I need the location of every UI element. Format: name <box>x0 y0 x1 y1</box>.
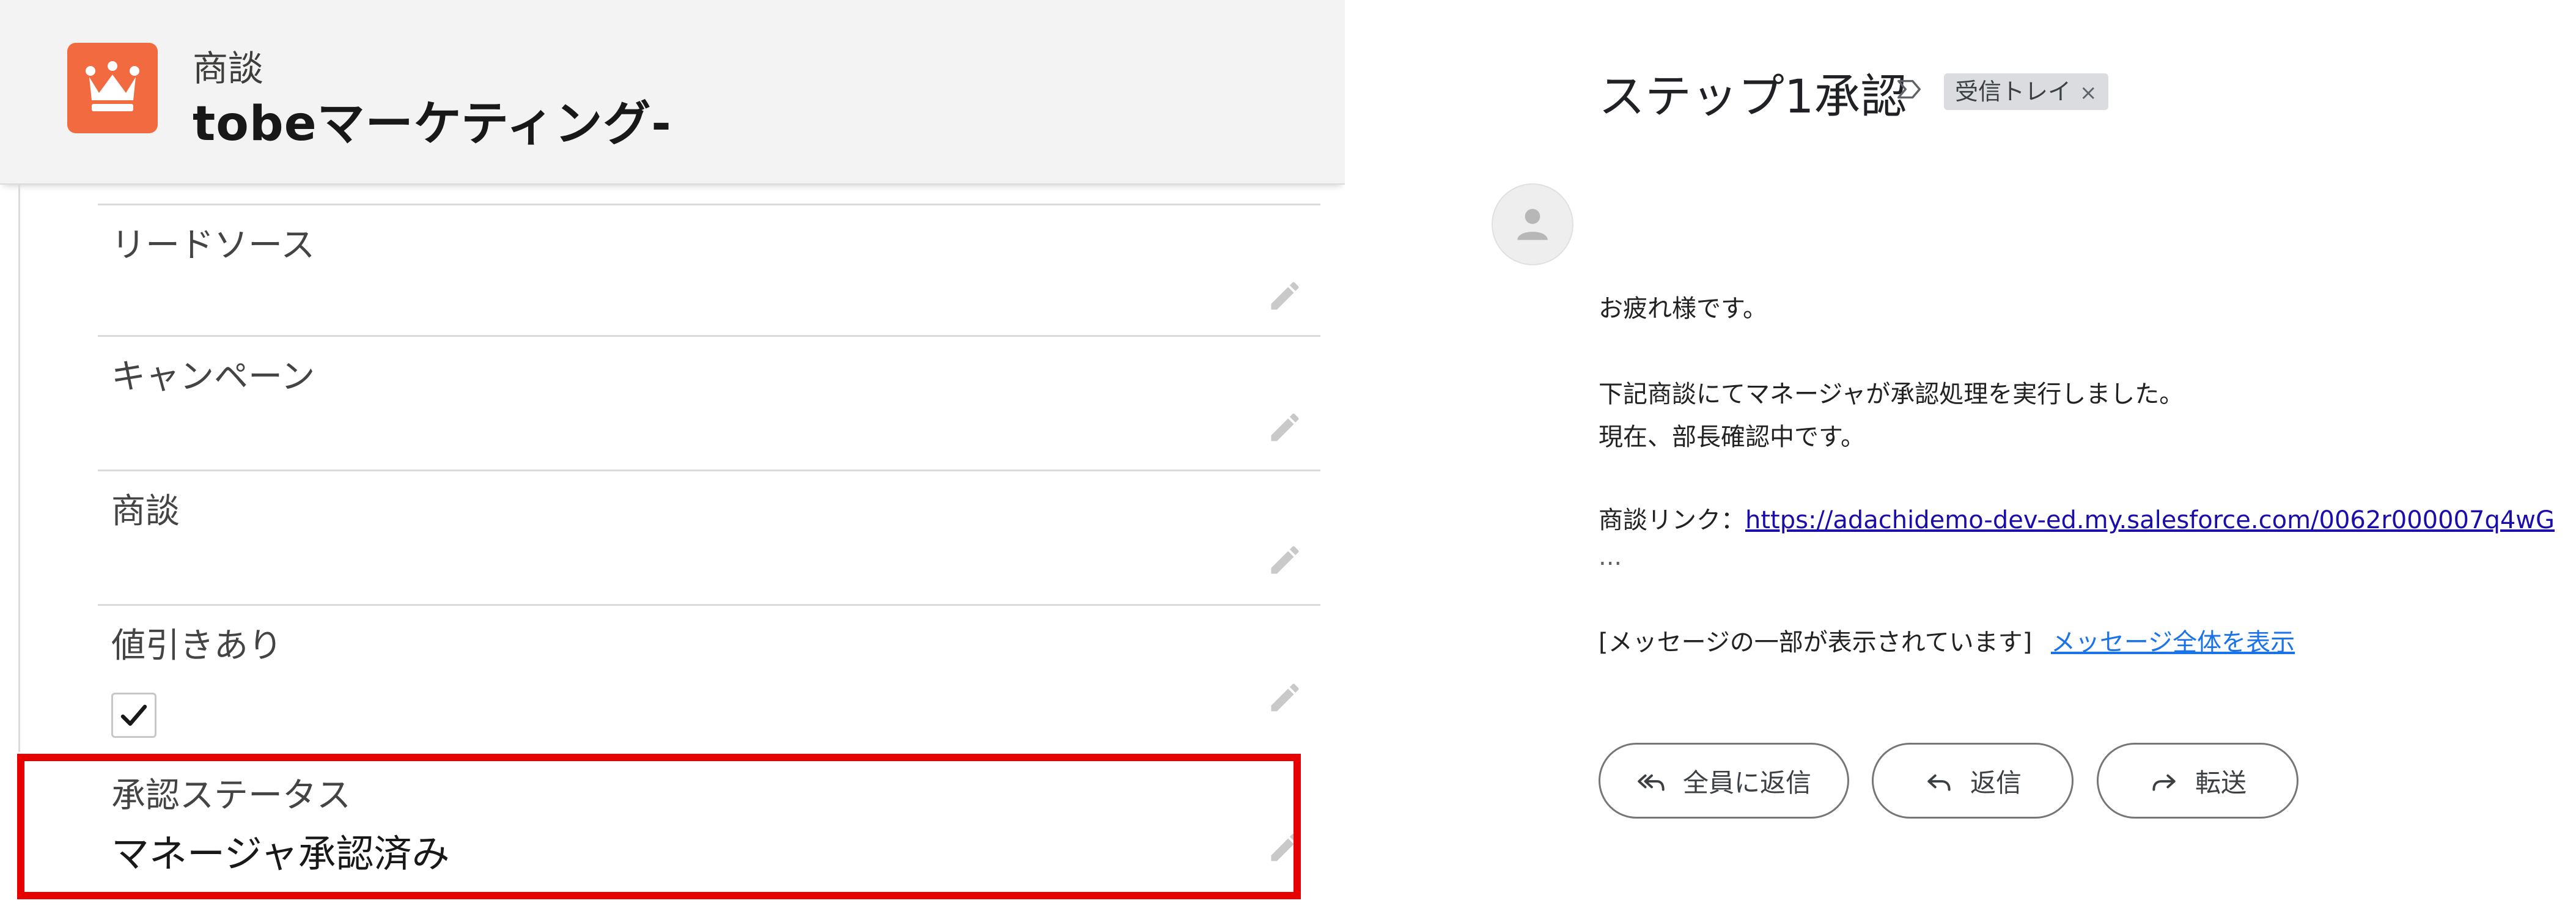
sender-avatar[interactable] <box>1492 183 1573 265</box>
important-marker-icon[interactable] <box>1895 75 1923 103</box>
field-opportunity: 商談 <box>98 470 1320 606</box>
reply-icon <box>1927 774 1951 791</box>
pencil-icon[interactable] <box>1267 679 1303 716</box>
record-title: tobeマーケティング- <box>193 97 672 152</box>
pencil-icon[interactable] <box>1267 409 1303 446</box>
record-header: 商談 tobeマーケティング- <box>0 0 1345 185</box>
link-prefix: 商談リンク： <box>1599 506 1745 534</box>
email-line-1: 下記商談にてマネージャが承認処理を実行しました。 <box>1599 380 2184 408</box>
reply-all-icon <box>1638 774 1665 791</box>
forward-button[interactable]: 転送 <box>2097 743 2298 819</box>
checkmark-icon <box>120 704 147 726</box>
field-label: 商談 <box>111 492 180 531</box>
record-object-label: 商談 <box>193 48 264 89</box>
field-label: リードソース <box>111 226 315 265</box>
field-lead-source: リードソース <box>98 204 1320 337</box>
pencil-icon[interactable] <box>1267 278 1303 314</box>
field-campaign: キャンペーン <box>98 335 1320 471</box>
email-panel: ステップ1承認 受信トレイ × お疲れ様です。 下記商談にてマネージャが承認処理を… <box>1345 0 2576 906</box>
clipped-notice: [メッセージの一部が表示されています] <box>1599 628 2033 657</box>
clipped-notice-line: [メッセージの一部が表示されています] メッセージ全体を表示 <box>1599 622 2295 658</box>
discount-checkbox[interactable] <box>111 693 156 738</box>
person-icon <box>1517 208 1548 240</box>
highlight-box <box>17 754 1301 899</box>
email-line-2: 現在、部長確認中です。 <box>1599 423 1865 451</box>
close-icon[interactable]: × <box>2080 81 2097 105</box>
view-full-message-link[interactable]: メッセージ全体を表示 <box>2051 628 2295 657</box>
inbox-label-chip[interactable]: 受信トレイ × <box>1944 73 2108 110</box>
email-link-line: 商談リンク：https://adachidemo-dev-ed.my.sales… <box>1599 500 2555 536</box>
opportunity-link[interactable]: https://adachidemo-dev-ed.my.salesforce.… <box>1745 506 2555 534</box>
forward-label: 転送 <box>2195 767 2247 798</box>
reply-label: 返信 <box>1970 767 2022 798</box>
reply-all-button[interactable]: 全員に返信 <box>1599 743 1849 819</box>
field-label: キャンペーン <box>111 357 315 397</box>
reply-all-label: 全員に返信 <box>1682 767 1811 798</box>
panel-divider <box>18 183 20 752</box>
reply-button[interactable]: 返信 <box>1872 743 2074 819</box>
crown-icon <box>67 43 158 133</box>
email-greeting: お疲れ様です。 <box>1599 295 1767 323</box>
inbox-label-text: 受信トレイ <box>1955 78 2072 105</box>
forward-icon <box>2152 774 2176 791</box>
email-ellipsis: ... <box>1599 543 1622 571</box>
field-label: 値引きあり <box>111 626 282 666</box>
field-discount: 値引きあり <box>98 604 1320 759</box>
pencil-icon[interactable] <box>1267 542 1303 578</box>
email-subject: ステップ1承認 <box>1599 69 1907 123</box>
record-panel: 商談 tobeマーケティング- リードソース キャンペーン 商談 値引きあり 承… <box>0 0 1345 906</box>
